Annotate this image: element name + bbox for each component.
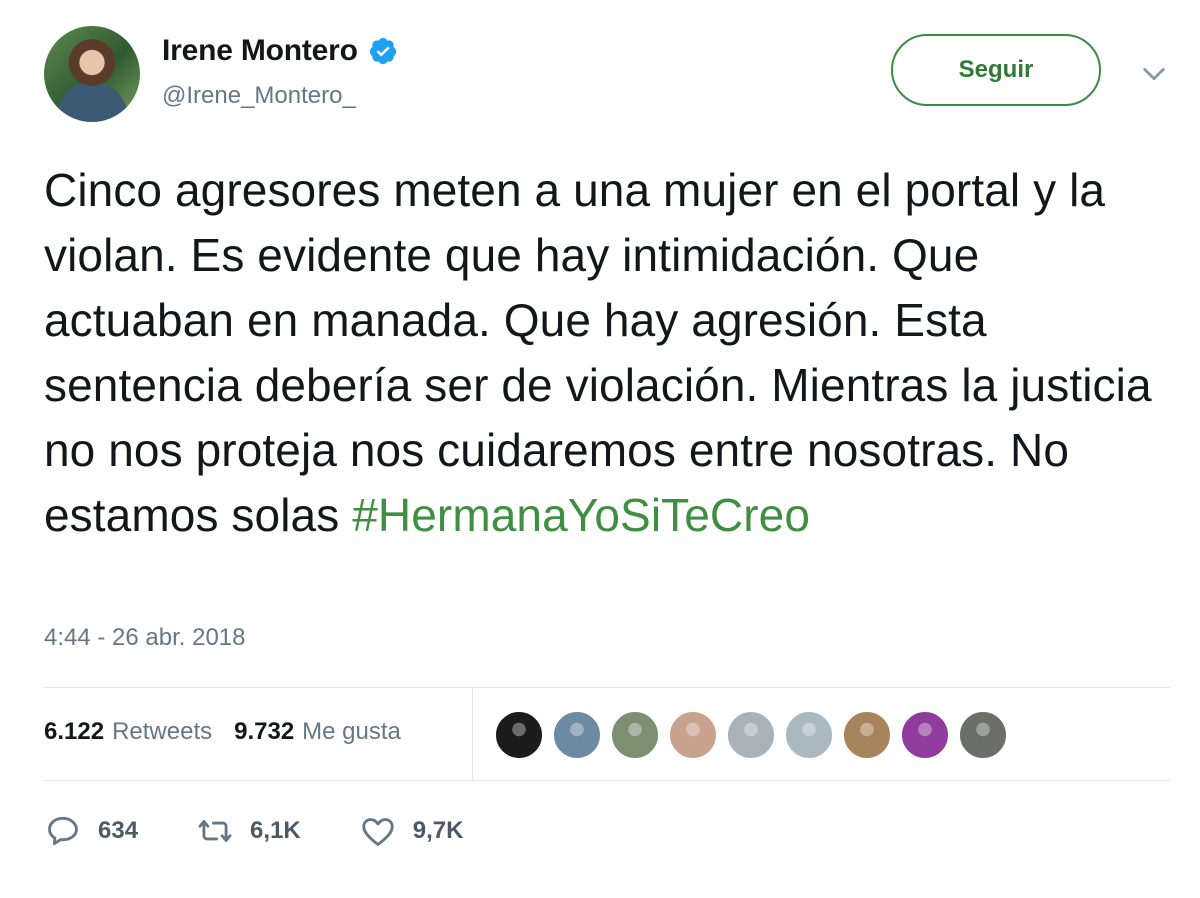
author-name-row: Irene Montero bbox=[162, 34, 398, 68]
retweets-count[interactable]: 6.122 bbox=[44, 718, 104, 746]
verified-badge-icon bbox=[369, 37, 396, 65]
tweet-stats: 6.122 Retweets 9.732 Me gusta bbox=[44, 718, 401, 746]
follow-button[interactable]: Seguir bbox=[891, 34, 1101, 106]
tweet-text: Cinco agresores meten a una mujer en el … bbox=[44, 158, 1164, 548]
tweet-body: Cinco agresores meten a una mujer en el … bbox=[44, 164, 1152, 541]
retweet-count: 6,1K bbox=[250, 817, 301, 844]
liker-avatar-3[interactable] bbox=[610, 710, 660, 760]
like-count: 9,7K bbox=[412, 817, 464, 844]
tweet-timestamp[interactable]: 4:44 - 26 abr. 2018 bbox=[44, 624, 246, 652]
reply-count: 634 bbox=[98, 817, 139, 844]
likes-label[interactable]: Me gusta bbox=[302, 718, 401, 746]
liker-avatar-1[interactable] bbox=[494, 710, 544, 760]
liker-avatar-2[interactable] bbox=[552, 710, 602, 760]
retweet-button[interactable]: 6,1K bbox=[196, 812, 301, 850]
liker-avatar-5[interactable] bbox=[726, 710, 776, 760]
chevron-down-icon[interactable] bbox=[1140, 60, 1168, 88]
retweet-icon bbox=[198, 820, 232, 842]
liker-avatar-7[interactable] bbox=[842, 710, 892, 760]
author-avatar[interactable] bbox=[44, 26, 140, 122]
divider bbox=[44, 780, 1170, 781]
liker-avatar-6[interactable] bbox=[784, 710, 834, 760]
retweets-label[interactable]: Retweets bbox=[112, 718, 212, 746]
tweet-header: Irene Montero @Irene_Montero_ Seguir bbox=[0, 0, 1200, 140]
tweet-hashtag-link[interactable]: #HermanaYoSiTeCreo bbox=[352, 489, 810, 541]
reply-icon bbox=[48, 816, 78, 846]
likes-count[interactable]: 9.732 bbox=[234, 718, 294, 746]
heart-icon bbox=[362, 818, 394, 846]
reply-button[interactable]: 634 bbox=[44, 812, 138, 850]
author-name[interactable]: Irene Montero bbox=[162, 34, 358, 68]
divider bbox=[472, 688, 473, 780]
liker-avatar-9[interactable] bbox=[958, 710, 1008, 760]
divider bbox=[44, 687, 1170, 688]
liker-avatar-8[interactable] bbox=[900, 710, 950, 760]
author-handle[interactable]: @Irene_Montero_ bbox=[162, 82, 356, 110]
liker-avatars bbox=[494, 710, 1008, 760]
liker-avatar-4[interactable] bbox=[668, 710, 718, 760]
tweet-actions: 634 6,1K 9,7K bbox=[44, 808, 521, 854]
like-button[interactable]: 9,7K bbox=[359, 812, 464, 850]
